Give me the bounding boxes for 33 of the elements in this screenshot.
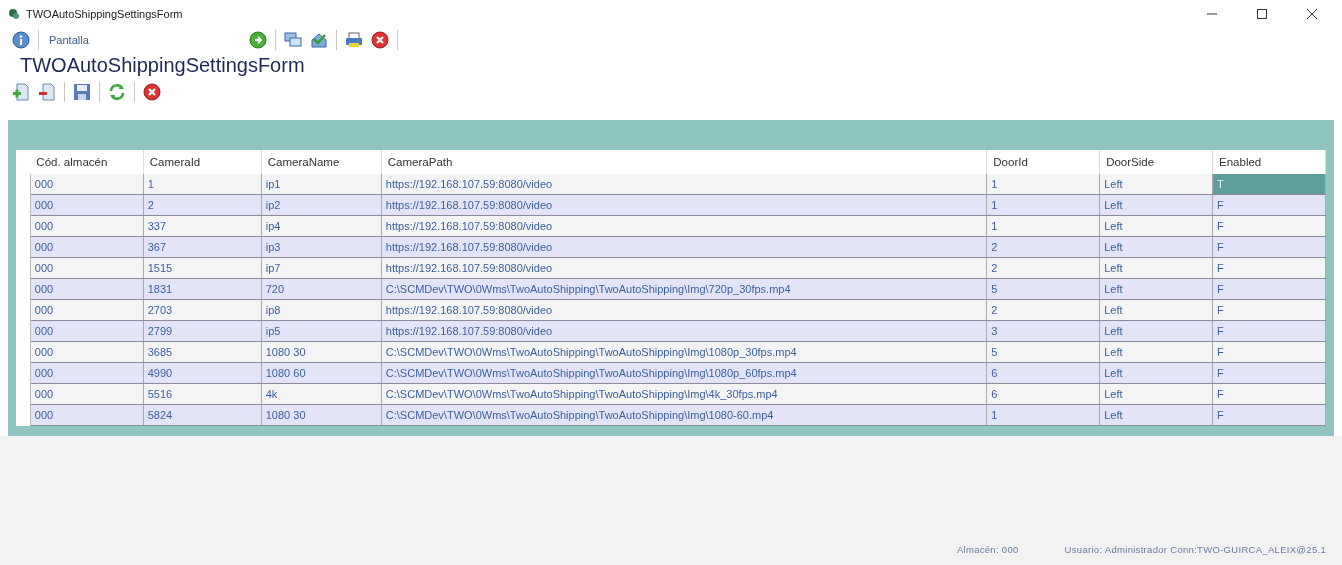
info-button[interactable] (10, 29, 32, 51)
window-title: TWOAutoShippingSettingsForm (26, 8, 184, 20)
table-cell[interactable]: 000 (30, 174, 144, 195)
table-cell[interactable]: https://192.168.107.59:8080/video (381, 194, 987, 216)
save-button[interactable] (71, 81, 93, 103)
table-cell[interactable]: C:\SCMDev\TWO\0Wms\TwoAutoShipping\TwoAutoShipping\Img\1080-60.mp4 (381, 404, 987, 426)
app-icon (8, 8, 20, 20)
table-cell[interactable]: C:\SCMDev\TWO\0Wms\TwoAutoShipping\TwoAutoShipping\Img\4k_30fps.mp4 (381, 383, 987, 405)
user-status: Usuario: Administrador Conn:TWO-GUIRCA_ALEIX@25.1 (1064, 544, 1326, 555)
table-cell[interactable]: https://192.168.107.59:8080/video (381, 299, 987, 321)
close-button[interactable] (369, 29, 391, 51)
table-cell[interactable]: ip1 (261, 174, 382, 195)
table-cell[interactable]: Left (1099, 174, 1213, 195)
table-cell[interactable]: https://192.168.107.59:8080/video (381, 174, 987, 195)
table-cell[interactable]: https://192.168.107.59:8080/video (381, 215, 987, 237)
close-button[interactable] (141, 81, 163, 103)
table-cell[interactable]: 1 (143, 174, 262, 195)
close-icon[interactable] (1307, 9, 1317, 19)
table-cell[interactable]: C:\SCMDev\TWO\0Wms\TwoAutoShipping\TwoAutoShipping\Img\720p_30fps.mp4 (381, 278, 987, 300)
table-cell[interactable]: C:\SCMDev\TWO\0Wms\TwoAutoShipping\TwoAutoShipping\Img\1080p_60fps.mp4 (381, 362, 987, 384)
add-button[interactable] (10, 81, 32, 103)
delete-button[interactable] (36, 81, 58, 103)
table-cell[interactable]: 1 (986, 174, 1100, 195)
warehouse-status: Almacén: 000 (956, 544, 1019, 555)
form-title: TWOAutoShippingSettingsForm (19, 53, 306, 78)
maximize-icon[interactable] (1257, 9, 1267, 19)
table-cell[interactable]: C:\SCMDev\TWO\0Wms\TwoAutoShipping\TwoAutoShipping\Img\1080p_30fps.mp4 (381, 341, 987, 363)
table-cell[interactable]: https://192.168.107.59:8080/video (381, 236, 987, 258)
table-cell[interactable]: https://192.168.107.59:8080/video (381, 257, 987, 279)
table-cell[interactable]: https://192.168.107.59:8080/video (381, 320, 987, 342)
close-icon (143, 83, 161, 101)
close-icon (371, 31, 389, 49)
go-button[interactable] (247, 29, 269, 51)
